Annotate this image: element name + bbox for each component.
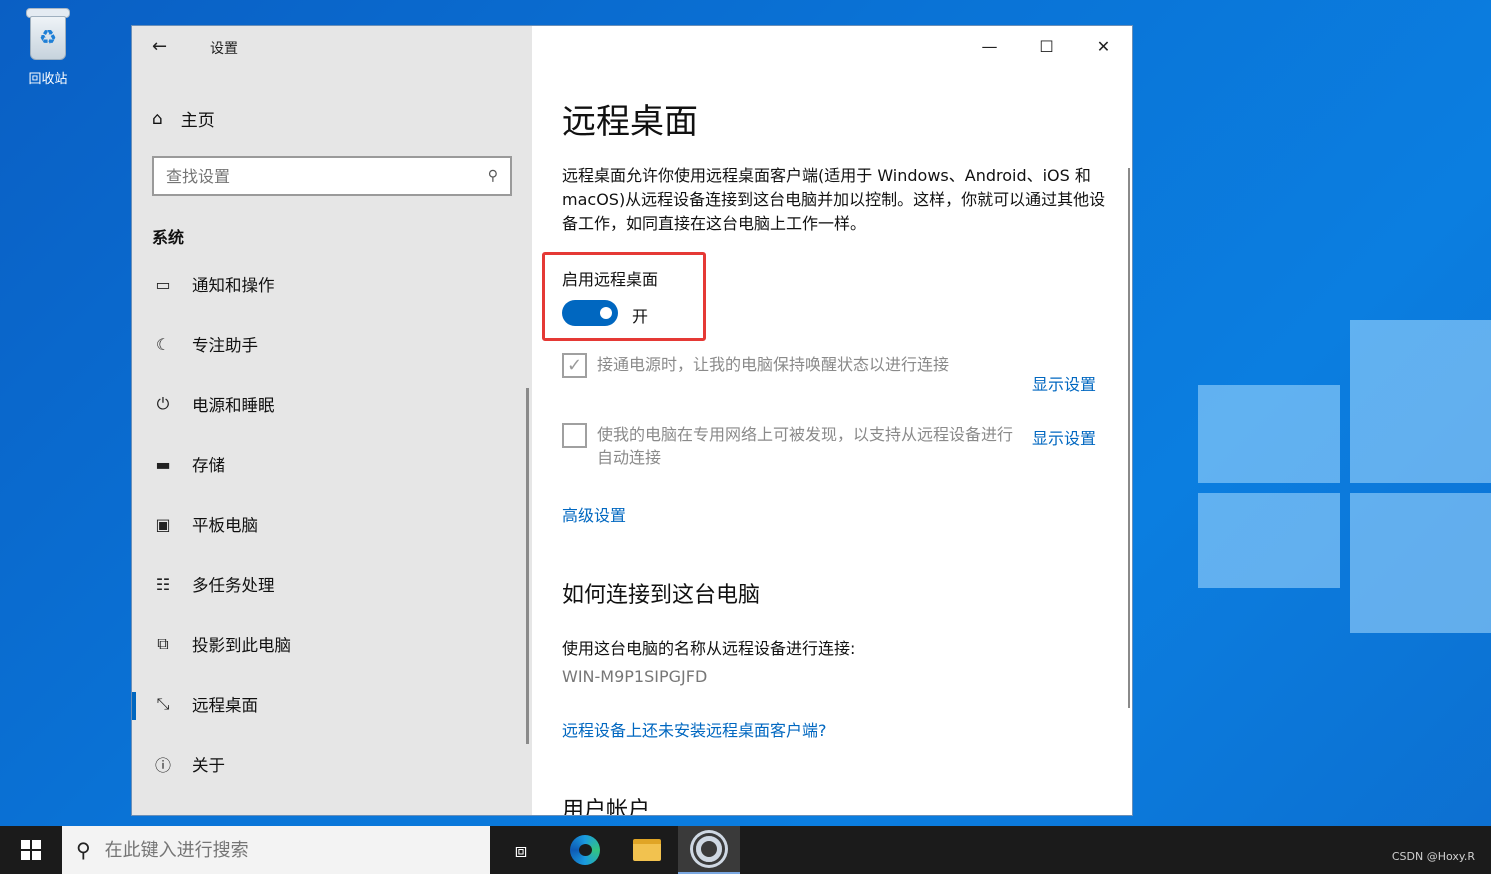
show-settings-link-2[interactable]: 显示设置	[1032, 425, 1096, 449]
nav-home-label: 主页	[180, 111, 215, 131]
nav-item-label: 专注助手	[192, 336, 258, 355]
search-icon: ⚲	[76, 838, 91, 862]
nav-item-label: 多任务处理	[192, 576, 275, 595]
keep-awake-option: ✓ 接通电源时，让我的电脑保持唤醒状态以进行连接	[562, 353, 1022, 378]
show-settings-link-1[interactable]: 显示设置	[1032, 371, 1096, 395]
task-view-button[interactable]: ⧈	[490, 826, 552, 874]
page-title: 远程桌面	[562, 102, 698, 142]
nav-item-tablet[interactable]: ▣ 平板电脑	[132, 494, 532, 554]
project-icon: ⧉	[157, 634, 169, 653]
remote-desktop-toggle[interactable]	[562, 300, 618, 326]
advanced-settings-link[interactable]: 高级设置	[562, 502, 626, 526]
user-accounts-heading: 用户帐户	[562, 798, 651, 816]
close-button[interactable]: ✕	[1075, 26, 1132, 66]
discoverable-checkbox[interactable]	[562, 423, 587, 448]
remote-desktop-icon: ⤡	[156, 694, 170, 713]
pc-name: WIN-M9P1SIPGJFD	[562, 667, 708, 686]
minimize-button[interactable]: —	[961, 26, 1018, 66]
taskbar-search-input[interactable]	[104, 839, 465, 861]
nav-item-storage[interactable]: ▬ 存储	[132, 434, 532, 494]
checkmark-icon: ✓	[566, 355, 583, 376]
nav-item-notifications[interactable]: ▭ 通知和操作	[132, 254, 532, 314]
windows-start-icon	[21, 840, 41, 860]
maximize-button[interactable]: ☐	[1018, 26, 1075, 66]
start-button[interactable]	[0, 826, 62, 874]
task-view-icon: ⧈	[514, 838, 528, 862]
discoverable-text: 使我的电脑在专用网络上可被发现，以支持从远程设备进行自动连接	[597, 425, 1014, 467]
info-icon: ⓘ	[154, 756, 171, 775]
gear-icon	[696, 836, 722, 862]
keep-awake-text: 接通电源时，让我的电脑保持唤醒状态以进行连接	[597, 355, 950, 374]
window-controls: — ☐ ✕	[961, 26, 1132, 66]
close-icon: ✕	[1096, 36, 1111, 56]
nav-item-focus-assist[interactable]: ☾ 专注助手	[132, 314, 532, 374]
settings-search-input[interactable]	[166, 166, 466, 186]
edge-taskbar-button[interactable]	[554, 826, 616, 874]
nav-item-label: 远程桌面	[192, 696, 258, 715]
client-not-installed-link[interactable]: 远程设备上还未安装远程桌面客户端?	[562, 717, 827, 741]
settings-nav-pane: ← 设置 ⌂ 主页 ⚲ 系统 ▭ 通知和操作 ☾ 专注助手 ⏻ 电源和睡眠	[132, 26, 532, 815]
nav-list: ▭ 通知和操作 ☾ 专注助手 ⏻ 电源和睡眠 ▬ 存储 ▣ 平板电脑 ☷ 多任务…	[132, 254, 532, 794]
settings-window: ← 设置 ⌂ 主页 ⚲ 系统 ▭ 通知和操作 ☾ 专注助手 ⏻ 电源和睡眠	[131, 25, 1133, 816]
page-description: 远程桌面允许你使用远程桌面客户端(适用于 Windows、Android、iOS…	[562, 166, 1106, 233]
back-arrow-icon[interactable]: ←	[152, 36, 167, 57]
file-explorer-taskbar-button[interactable]	[616, 826, 678, 874]
multitask-icon: ☷	[155, 574, 171, 594]
how-to-connect-heading: 如何连接到这台电脑	[562, 583, 761, 608]
taskbar-search-box[interactable]: ⚲	[62, 826, 490, 874]
recycle-bin-label: 回收站	[28, 72, 68, 87]
nav-item-label: 通知和操作	[192, 276, 275, 295]
nav-item-power-sleep[interactable]: ⏻ 电源和睡眠	[132, 374, 532, 434]
content-scrollbar[interactable]	[1128, 168, 1130, 708]
nav-item-about[interactable]: ⓘ 关于	[132, 734, 532, 794]
nav-section-label: 系统	[152, 228, 185, 247]
settings-taskbar-button[interactable]	[678, 826, 740, 874]
nav-item-label: 投影到此电脑	[192, 636, 291, 655]
nav-item-label: 关于	[192, 756, 225, 775]
keep-awake-checkbox[interactable]: ✓	[562, 353, 587, 378]
tablet-icon: ▣	[155, 514, 171, 534]
storage-icon: ▬	[155, 454, 171, 474]
discoverable-option: 使我的电脑在专用网络上可被发现，以支持从远程设备进行自动连接	[562, 423, 1022, 469]
notification-icon: ▭	[155, 274, 171, 294]
nav-scrollbar[interactable]	[526, 388, 529, 744]
remote-desktop-toggle-label: 启用远程桌面	[562, 270, 659, 289]
windows-wallpaper-logo	[1190, 290, 1491, 650]
watermark-text: CSDN @Hoxy.R	[1391, 850, 1475, 863]
nav-item-label: 电源和睡眠	[192, 396, 275, 415]
settings-content-pane: — ☐ ✕ 远程桌面 远程桌面允许你使用远程桌面客户端(适用于 Windows、…	[532, 26, 1132, 815]
nav-home[interactable]: ⌂ 主页	[152, 106, 215, 132]
nav-item-projecting[interactable]: ⧉ 投影到此电脑	[132, 614, 532, 674]
maximize-icon: ☐	[1039, 36, 1054, 56]
edge-browser-icon	[570, 835, 600, 865]
recycle-bin-icon: ♻	[24, 6, 72, 62]
toggle-state-text: 开	[632, 307, 649, 326]
moon-icon: ☾	[155, 334, 171, 354]
search-icon: ⚲	[487, 168, 498, 184]
nav-item-label: 平板电脑	[192, 516, 258, 535]
nav-item-multitasking[interactable]: ☷ 多任务处理	[132, 554, 532, 614]
nav-item-label: 存储	[192, 456, 225, 475]
settings-search-box[interactable]: ⚲	[152, 156, 512, 196]
taskbar: ⚲ ⧈ CSDN @Hoxy.R	[0, 826, 1491, 874]
folder-icon	[633, 839, 661, 861]
how-to-connect-text: 使用这台电脑的名称从远程设备进行连接:	[562, 639, 856, 658]
minimize-icon: —	[981, 36, 998, 56]
power-icon: ⏻	[156, 394, 170, 413]
recycle-bin-shortcut[interactable]: ♻ 回收站	[14, 6, 82, 87]
home-icon: ⌂	[152, 108, 163, 129]
nav-item-remote-desktop[interactable]: ⤡ 远程桌面	[132, 674, 532, 734]
app-title: 设置	[210, 41, 238, 57]
